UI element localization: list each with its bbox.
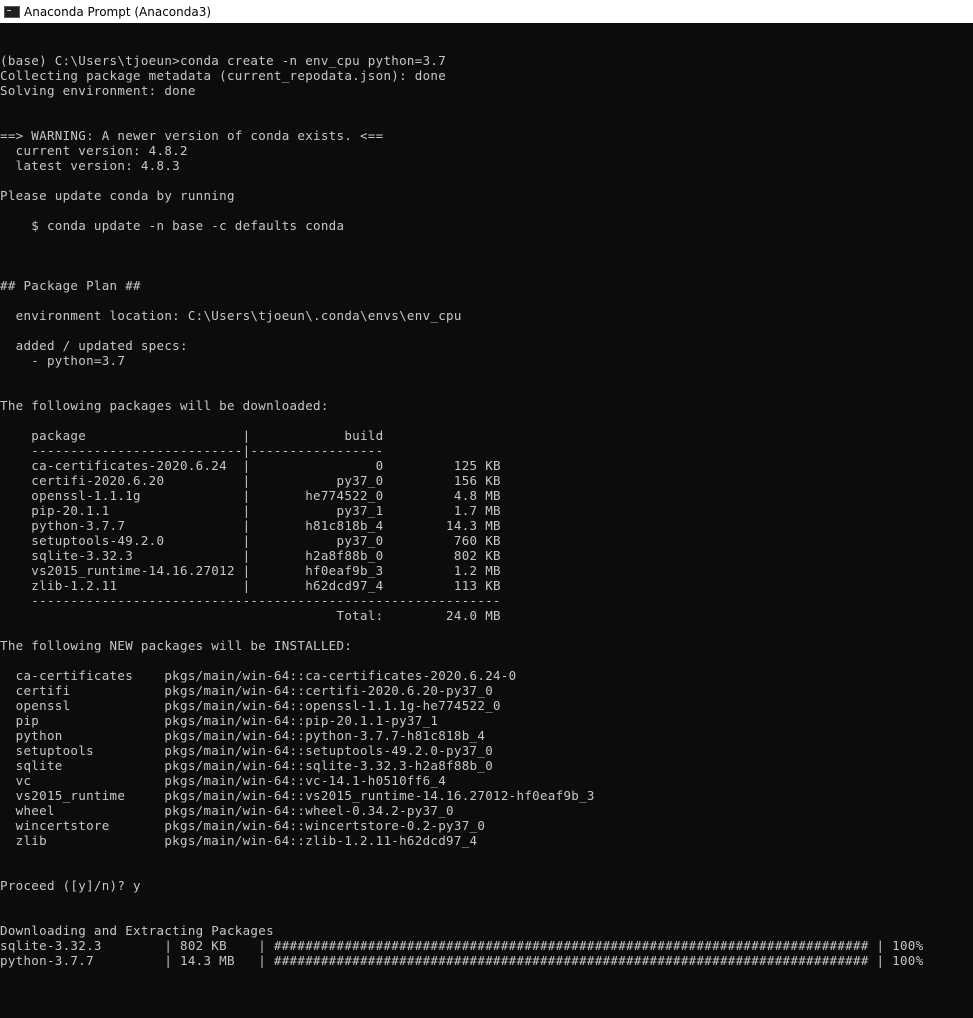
console-line: certifi pkgs/main/win-64::certifi-2020.6… bbox=[0, 683, 494, 698]
console-line: (base) C:\Users\tjoeun>conda create -n e… bbox=[0, 53, 447, 68]
console-line: Total: 24.0 MB bbox=[0, 608, 501, 623]
console-line: The following packages will be downloade… bbox=[0, 398, 329, 413]
console-line: wheel pkgs/main/win-64::wheel-0.34.2-py3… bbox=[0, 803, 454, 818]
console-output: (base) C:\Users\tjoeun>conda create -n e… bbox=[0, 53, 923, 968]
console-line: ---------------------------|------------… bbox=[0, 443, 384, 458]
console-line: current version: 4.8.2 bbox=[0, 143, 188, 158]
console-line: latest version: 4.8.3 bbox=[0, 158, 180, 173]
console-line: vc pkgs/main/win-64::vc-14.1-h0510ff6_4 bbox=[0, 773, 447, 788]
title-bar[interactable]: Anaconda Prompt (Anaconda3) bbox=[0, 0, 973, 23]
console-line: The following NEW packages will be INSTA… bbox=[0, 638, 353, 653]
console-line: openssl pkgs/main/win-64::openssl-1.1.1g… bbox=[0, 698, 501, 713]
console-line: sqlite-3.32.3 | h2a8f88b_0 802 KB bbox=[0, 548, 501, 563]
console-line: Downloading and Extracting Packages bbox=[0, 923, 274, 938]
console-line: python-3.7.7 | h81c818b_4 14.3 MB bbox=[0, 518, 501, 533]
console-line: - python=3.7 bbox=[0, 353, 126, 368]
console-line: setuptools pkgs/main/win-64::setuptools-… bbox=[0, 743, 494, 758]
console-line: ca-certificates pkgs/main/win-64::ca-cer… bbox=[0, 668, 517, 683]
console-line: ==> WARNING: A newer version of conda ex… bbox=[0, 128, 384, 143]
console-line: vs2015_runtime-14.16.27012 | hf0eaf9b_3 … bbox=[0, 563, 501, 578]
console-line: python-3.7.7 | 14.3 MB | ###############… bbox=[0, 953, 924, 968]
console-line: sqlite pkgs/main/win-64::sqlite-3.32.3-h… bbox=[0, 758, 494, 773]
console-area[interactable]: (base) C:\Users\tjoeun>conda create -n e… bbox=[0, 23, 973, 1018]
console-line: zlib-1.2.11 | h62dcd97_4 113 KB bbox=[0, 578, 501, 593]
console-line: ----------------------------------------… bbox=[0, 593, 501, 608]
console-line: $ conda update -n base -c defaults conda bbox=[0, 218, 345, 233]
console-line: ## Package Plan ## bbox=[0, 278, 141, 293]
console-line: added / updated specs: bbox=[0, 338, 188, 353]
console-line: zlib pkgs/main/win-64::zlib-1.2.11-h62dc… bbox=[0, 833, 478, 848]
console-line: setuptools-49.2.0 | py37_0 760 KB bbox=[0, 533, 501, 548]
console-line: Proceed ([y]/n)? y bbox=[0, 878, 141, 893]
console-line: sqlite-3.32.3 | 802 KB | ###############… bbox=[0, 938, 924, 953]
console-line: ca-certificates-2020.6.24 | 0 125 KB bbox=[0, 458, 501, 473]
console-line: Collecting package metadata (current_rep… bbox=[0, 68, 447, 83]
console-line: python pkgs/main/win-64::python-3.7.7-h8… bbox=[0, 728, 486, 743]
console-line: Please update conda by running bbox=[0, 188, 235, 203]
console-line: pip-20.1.1 | py37_1 1.7 MB bbox=[0, 503, 501, 518]
console-icon bbox=[4, 5, 20, 18]
console-line: vs2015_runtime pkgs/main/win-64::vs2015_… bbox=[0, 788, 595, 803]
console-line: environment location: C:\Users\tjoeun\.c… bbox=[0, 308, 462, 323]
console-line: Solving environment: done bbox=[0, 83, 196, 98]
console-line: certifi-2020.6.20 | py37_0 156 KB bbox=[0, 473, 501, 488]
console-line: openssl-1.1.1g | he774522_0 4.8 MB bbox=[0, 488, 501, 503]
console-line: pip pkgs/main/win-64::pip-20.1.1-py37_1 bbox=[0, 713, 439, 728]
console-line: package | build bbox=[0, 428, 384, 443]
console-line: wincertstore pkgs/main/win-64::wincertst… bbox=[0, 818, 486, 833]
window-title: Anaconda Prompt (Anaconda3) bbox=[24, 4, 212, 19]
